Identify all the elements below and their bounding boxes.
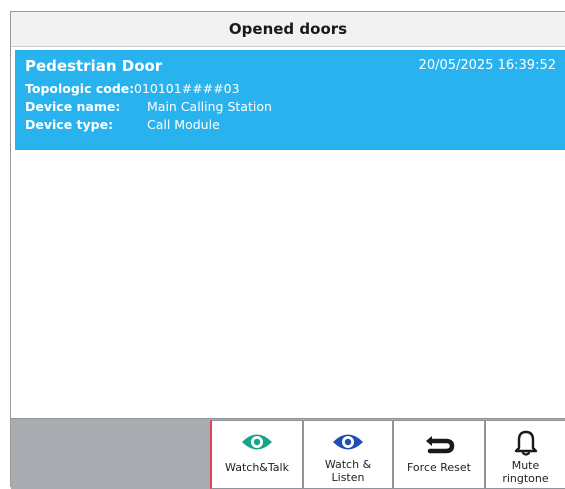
watch-talk-label: Watch&Talk [225, 461, 289, 474]
watch-talk-button[interactable]: Watch&Talk [210, 420, 303, 489]
device-type-row: Device type: Call Module [25, 117, 220, 132]
topologic-code-label: Topologic code: [25, 81, 135, 96]
bell-icon [486, 429, 565, 456]
door-list-empty-area [15, 150, 565, 418]
device-name-label: Device name: [25, 99, 121, 114]
door-name: Pedestrian Door [25, 57, 163, 75]
panel-header: Opened doors [11, 12, 565, 47]
page-title: Opened doors [228, 20, 348, 38]
topologic-code-row: Topologic code: 010101####03 [25, 81, 240, 96]
door-list-item[interactable]: Pedestrian Door 20/05/2025 16:39:52 Topo… [15, 50, 565, 150]
action-toolbar: Watch&Talk Watch & Listen Force Reset Mu… [11, 418, 565, 489]
door-timestamp: 20/05/2025 16:39:52 [418, 58, 556, 73]
mute-ringtone-label: Mute ringtone [502, 459, 549, 485]
device-name-row: Device name: Main Calling Station [25, 99, 272, 114]
force-reset-label: Force Reset [407, 461, 471, 474]
opened-doors-panel: Opened doors Pedestrian Door 20/05/2025 … [10, 11, 565, 489]
device-type-value: Call Module [147, 117, 220, 132]
device-name-value: Main Calling Station [147, 99, 272, 114]
force-reset-button[interactable]: Force Reset [393, 420, 485, 489]
eye-icon [212, 429, 302, 455]
mute-ringtone-button[interactable]: Mute ringtone [485, 420, 565, 489]
watch-listen-button[interactable]: Watch & Listen [303, 420, 393, 489]
watch-listen-label: Watch & Listen [324, 458, 372, 484]
device-type-label: Device type: [25, 117, 114, 132]
eye-icon [304, 429, 392, 455]
topologic-code-value: 010101####03 [134, 81, 240, 96]
refresh-icon [394, 429, 484, 455]
